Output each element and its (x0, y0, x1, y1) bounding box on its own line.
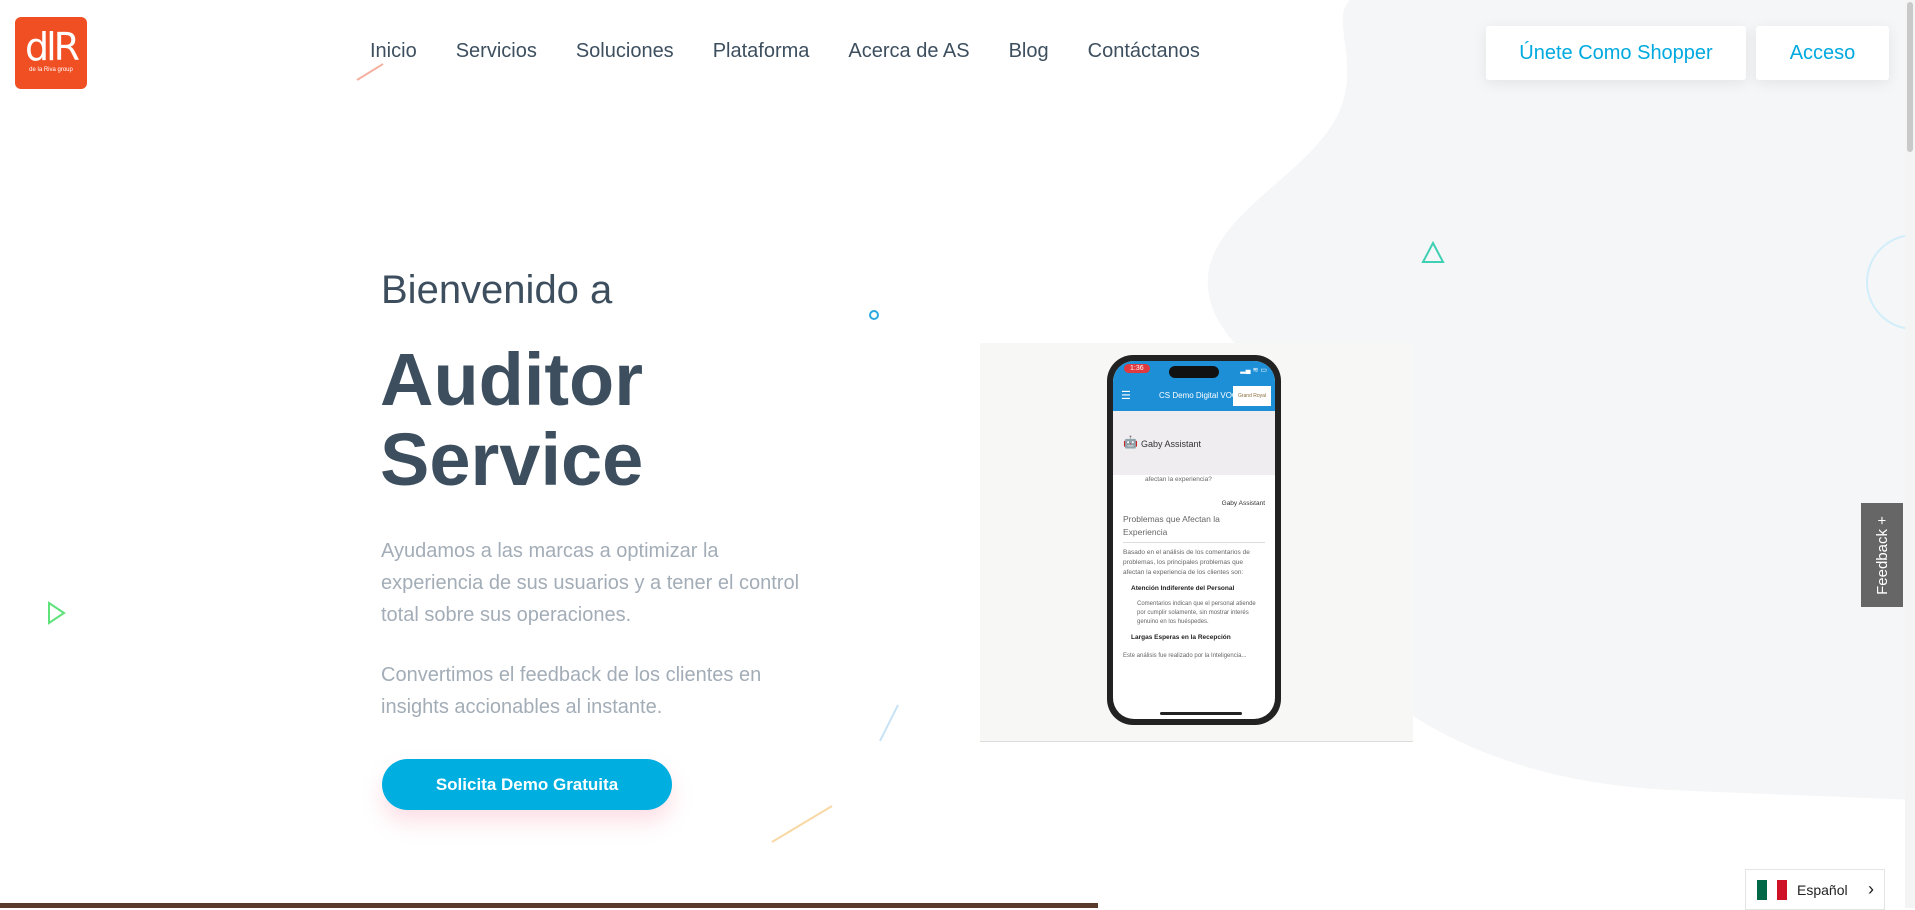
scrollbar-thumb[interactable] (1907, 2, 1913, 152)
hero-title-line1: Auditor (380, 338, 644, 421)
dynamic-island (1169, 366, 1219, 378)
hero-paragraph-1: Ayudamos a las marcas a optimizar la exp… (381, 540, 800, 626)
nav-item-contactanos[interactable]: Contáctanos (1088, 40, 1200, 63)
app-client-logo: Grand Royal (1233, 386, 1271, 406)
hero-title: Auditor Service (380, 340, 643, 500)
chat-reply-name: Gaby Assistant (1221, 500, 1265, 507)
feedback-tab[interactable]: Feedback + (1861, 503, 1903, 607)
request-demo-button[interactable]: Solicita Demo Gratuita (382, 759, 672, 810)
nav-item-inicio[interactable]: Inicio (370, 40, 417, 63)
hero-pretitle: Bienvenido a (381, 268, 613, 312)
main-nav: Inicio Servicios Soluciones Plataforma A… (370, 40, 1239, 63)
brand-logo[interactable]: dlR de la Riva group (15, 17, 87, 89)
signal-wifi-battery-icon: ▂▄ ≋ ▭ (1240, 367, 1267, 374)
phone-time: 1:36 (1124, 364, 1150, 373)
logo-mark: dlR (24, 25, 80, 69)
chat-item-2-title: Largas Esperas en la Recepción (1131, 634, 1231, 641)
decorative-line (879, 704, 899, 742)
chat-item-1-text: Comentarios indican que el personal atie… (1137, 601, 1256, 625)
chat-intro: Basado en el análisis de los comentarios… (1123, 549, 1250, 576)
phone-mockup-panel: 1:36 ▂▄ ≋ ▭ ☰ CS Demo Digital VOC Grand … (980, 343, 1413, 742)
phone-status-bar: 1:36 ▂▄ ≋ ▭ (1113, 361, 1275, 381)
nav-item-soluciones[interactable]: Soluciones (576, 40, 674, 63)
join-shopper-button[interactable]: Únete Como Shopper (1486, 26, 1746, 80)
decorative-line (356, 63, 384, 81)
chat-content: afectan la experiencia? Gaby Assistant P… (1113, 475, 1275, 661)
chevron-right-icon: › (1868, 879, 1874, 899)
hero-paragraph-2: Convertimos el feedback de los clientes … (381, 664, 762, 718)
chat-heading: Problemas que Afectan la Experiencia (1123, 513, 1265, 543)
mexico-flag-icon (1757, 879, 1787, 900)
decorative-ring (1866, 234, 1905, 330)
nav-item-acerca[interactable]: Acerca de AS (848, 40, 969, 63)
phone-frame: 1:36 ▂▄ ≋ ▭ ☰ CS Demo Digital VOC Grand … (1107, 355, 1281, 725)
menu-icon: ☰ (1121, 390, 1131, 402)
feedback-label: Feedback + (1873, 515, 1891, 595)
decorative-circle (869, 310, 879, 320)
decorative-line (771, 805, 833, 843)
assistant-header: 🤖 Gaby Assistant (1113, 411, 1275, 475)
app-title: CS Demo Digital VOC (1159, 391, 1238, 400)
decorative-play-triangle (48, 601, 66, 625)
page-scrollbar[interactable] (1905, 0, 1915, 908)
login-button[interactable]: Acceso (1756, 26, 1889, 80)
chat-footer: Este análisis fue realizado por la Intel… (1123, 653, 1247, 659)
decorative-triangle (1421, 240, 1445, 263)
nav-item-plataforma[interactable]: Plataforma (713, 40, 810, 63)
language-label: Español (1797, 881, 1848, 898)
next-section-image-edge (0, 903, 1098, 908)
app-header: ☰ CS Demo Digital VOC Grand Royal (1113, 381, 1275, 411)
assistant-name: Gaby Assistant (1141, 439, 1202, 449)
nav-item-servicios[interactable]: Servicios (456, 40, 537, 63)
chat-item-1-title: Atención Indiferente del Personal (1131, 585, 1235, 592)
home-indicator (1160, 712, 1242, 715)
chat-question-tail: afectan la experiencia? (1145, 476, 1212, 483)
phone-screen: 1:36 ▂▄ ≋ ▭ ☰ CS Demo Digital VOC Grand … (1113, 361, 1275, 719)
robot-icon: 🤖 (1123, 435, 1138, 449)
nav-item-blog[interactable]: Blog (1009, 40, 1049, 63)
hero-title-line2: Service (380, 418, 644, 501)
language-selector[interactable]: Español › (1745, 869, 1885, 910)
